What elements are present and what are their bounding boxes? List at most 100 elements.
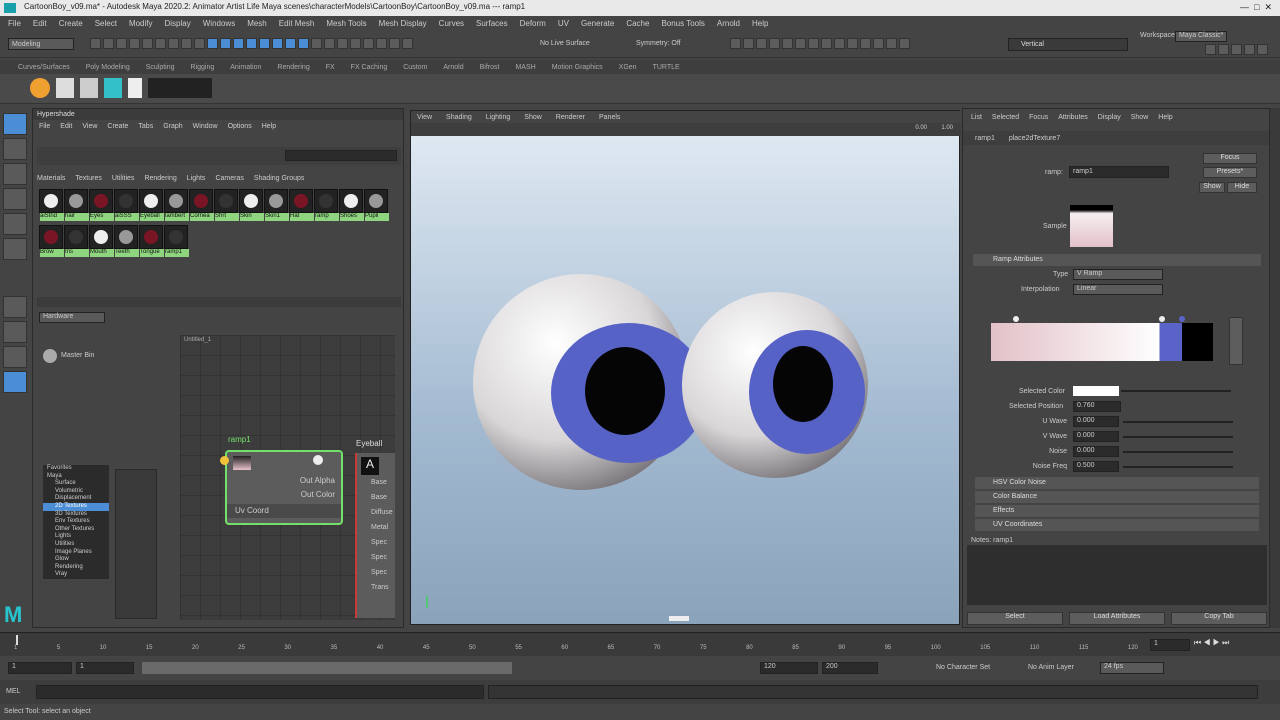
material-swatch[interactable]: ramp1 [164,225,189,257]
hypershade-menu-item-0[interactable]: File [39,123,50,130]
node-toggle-icon[interactable] [313,455,323,465]
notes-field[interactable] [967,545,1267,605]
gamma-value[interactable]: 1.00 [941,125,953,131]
material-swatch[interactable]: Mouth [89,225,114,257]
material-swatch[interactable]: ramp [314,189,339,221]
shelf-tab-7[interactable]: FX Caching [351,64,388,71]
layout-hypershade-icon[interactable] [3,371,27,393]
side-panel-tabs[interactable] [1270,108,1280,628]
material-swatch[interactable]: Teeth [114,225,139,257]
node-graph[interactable]: Untitled_1 ramp1 Out Alpha Out Color Uv … [180,335,395,620]
attr-slider[interactable] [1123,436,1233,438]
main-menu-item-2[interactable]: Create [59,19,83,28]
ramp-handle-2[interactable] [1159,316,1165,322]
tree-item[interactable]: Lights [43,533,109,541]
tree-item[interactable]: 2D Textures [43,502,109,511]
material-swatch[interactable]: aiSSS [114,189,139,221]
tree-item[interactable]: Utilities [43,541,109,549]
playback-controls[interactable]: ⏮ ◀ ▶ ⏭ [1194,638,1229,648]
fps-dropdown[interactable]: 24 fps [1100,662,1164,674]
shelf-tab-10[interactable]: Bifrost [480,64,500,71]
out-alpha-port[interactable]: Out Alpha [300,476,335,485]
shelf-tab-3[interactable]: Rigging [191,64,215,71]
shelf-tab-11[interactable]: MASH [515,64,535,71]
material-swatch[interactable]: hair [64,189,89,221]
material-swatch[interactable]: Skin1 [264,189,289,221]
material-swatch[interactable]: Skin [239,189,264,221]
main-menu-item-11[interactable]: Curves [439,19,464,28]
shelf-icon-4[interactable] [104,78,122,98]
command-input[interactable] [36,685,484,699]
select-button[interactable]: Select [967,612,1063,625]
shelf-tab-1[interactable]: Poly Modeling [86,64,130,71]
current-frame-field[interactable]: 1 [1150,639,1190,651]
status-tool-icons[interactable] [90,38,415,51]
shelf-icon-3[interactable] [80,78,98,98]
main-menu-item-16[interactable]: Cache [626,19,649,28]
ramp-side-button[interactable] [1229,317,1243,365]
mel-label[interactable]: MEL [6,688,20,695]
workspace-dropdown[interactable]: Maya Classic* [1175,31,1227,42]
material-swatch[interactable]: Eyeball [139,189,164,221]
material-swatch[interactable]: Pupil [364,189,389,221]
lasso-tool-icon[interactable] [3,138,27,160]
master-bin-label[interactable]: Master Bin [61,352,94,359]
focus-button[interactable]: Focus [1203,153,1257,164]
hypershade-menu-item-3[interactable]: Create [107,123,128,130]
show-button[interactable]: Show [1199,182,1225,193]
main-menu-item-18[interactable]: Arnold [717,19,740,28]
attr-slider[interactable] [1123,421,1233,423]
ae-menu-item-0[interactable]: List [971,114,982,121]
eyeball-port[interactable]: Trans [357,584,395,599]
create-filter-dropdown[interactable]: Hardware [39,312,105,323]
material-swatch[interactable]: Hat [289,189,314,221]
range-start-field[interactable]: 1 [76,662,134,674]
ae-menu-item-3[interactable]: Attributes [1058,114,1088,121]
tree-item[interactable]: Glow [43,556,109,564]
ae-menu-item-6[interactable]: Help [1158,114,1172,121]
main-menu-item-4[interactable]: Modify [129,19,153,28]
tree-item[interactable]: Vray [43,571,109,579]
type-dropdown[interactable]: V Ramp [1073,269,1163,280]
hypershade-menu-item-6[interactable]: Window [193,123,218,130]
tree-item[interactable]: Maya [43,473,109,481]
total-end-field[interactable]: 200 [822,662,878,674]
shelf-tab-2[interactable]: Sculpting [146,64,175,71]
ae-tab-0[interactable]: ramp1 [975,135,995,142]
right-eyeball[interactable] [682,292,868,478]
tree-item[interactable]: Env Textures [43,518,109,526]
main-menu-item-6[interactable]: Windows [203,19,235,28]
browser-tab-1[interactable]: Textures [75,175,101,182]
main-menu-item-10[interactable]: Mesh Display [379,19,427,28]
eyeball-port[interactable]: Diffuse [357,509,395,524]
material-swatch[interactable]: aiStnd [39,189,64,221]
shelf-tab-9[interactable]: Arnold [443,64,463,71]
viewport-toolbar[interactable]: 0.00 1.00 [411,123,961,136]
ae-menu-item-2[interactable]: Focus [1029,114,1048,121]
hypershade-menu-item-5[interactable]: Graph [163,123,182,130]
range-end-field[interactable]: 120 [760,662,818,674]
render-icons[interactable] [730,38,912,51]
ramp-node[interactable]: Out Alpha Out Color Uv Coord [220,450,343,525]
hide-button[interactable]: Hide [1227,182,1257,193]
selected-color-swatch[interactable] [1073,386,1119,396]
presets-button[interactable]: Presets* [1203,167,1257,178]
eyeball-port[interactable]: Spec [357,539,395,554]
material-swatch[interactable]: Tongue [139,225,164,257]
collapsed-section[interactable]: HSV Color Noise [975,477,1259,489]
main-menu-item-12[interactable]: Surfaces [476,19,508,28]
material-swatch[interactable]: lambert [164,189,189,221]
ramp-input-dot[interactable] [220,456,229,465]
selected-position-field[interactable]: 0.760 [1073,401,1121,412]
hypershade-menu-item-7[interactable]: Options [228,123,252,130]
main-menu-item-1[interactable]: Edit [33,19,47,28]
shelf-tab-12[interactable]: Motion Graphics [552,64,603,71]
viewport-menu-item-3[interactable]: Show [524,114,542,121]
viewport-menu-item-5[interactable]: Panels [599,114,620,121]
move-tool-icon[interactable] [3,188,27,210]
viewport-menu-item-0[interactable]: View [417,114,432,121]
create-node-list[interactable] [115,469,157,619]
eyeball-port[interactable]: Metal [357,524,395,539]
select-tool-icon[interactable] [3,113,27,135]
ae-menu-item-5[interactable]: Show [1131,114,1149,121]
